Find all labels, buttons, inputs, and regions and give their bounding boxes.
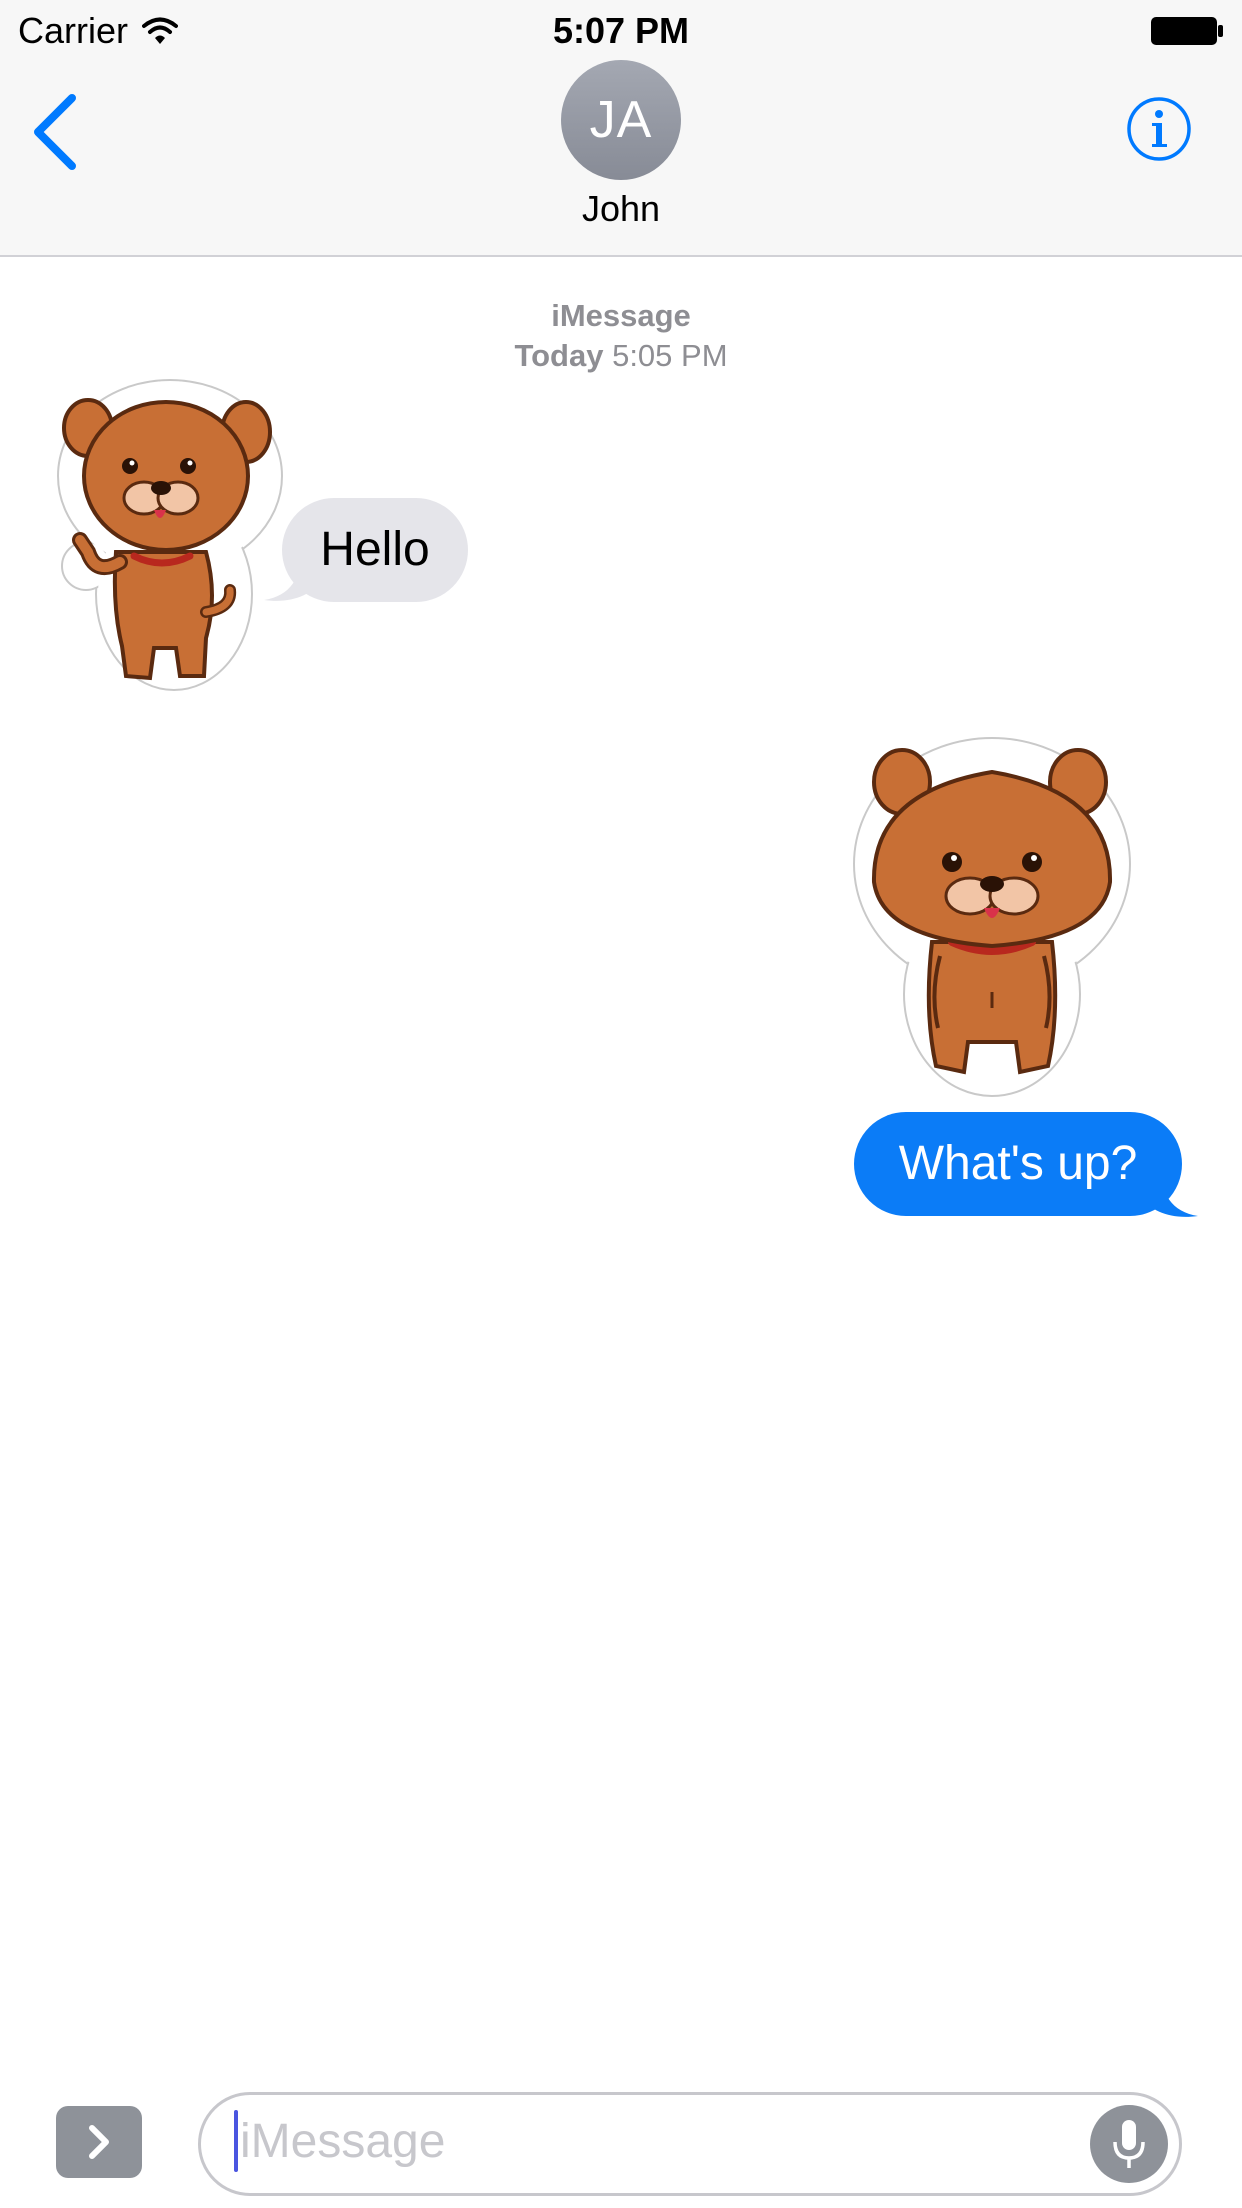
info-icon[interactable] (1126, 96, 1192, 162)
outgoing-message-bubble[interactable]: What's up? (854, 1112, 1182, 1216)
timestamp-time: 5:05 PM (612, 338, 728, 373)
chevron-right-icon (89, 2125, 109, 2159)
service-label: iMessage (551, 298, 691, 333)
battery-icon (1151, 17, 1223, 45)
message-input-placeholder: iMessage (240, 2115, 446, 2168)
messages-screen: Carrier 5:07 PM JA John iMessage Today 5… (0, 0, 1242, 2208)
text-cursor (234, 2110, 238, 2172)
puppy-waving-sticker[interactable] (56, 376, 292, 694)
dictation-button[interactable] (1090, 2105, 1168, 2183)
microphone-icon (1113, 2120, 1145, 2168)
message-text: Hello (320, 523, 430, 576)
message-text: What's up? (898, 1137, 1138, 1190)
apps-expand-button[interactable] (56, 2106, 142, 2178)
status-time: 5:07 PM (552, 10, 690, 51)
message-timestamp: Today 5:05 PM (0, 338, 1242, 374)
contact-avatar[interactable]: JA (561, 60, 681, 180)
puppy-standing-sticker[interactable] (852, 732, 1134, 1098)
incoming-message-bubble[interactable]: Hello (282, 498, 468, 602)
navigation-bar: Carrier 5:07 PM JA John (0, 0, 1242, 257)
contact-name[interactable]: John (0, 188, 1242, 230)
timestamp-day: Today (514, 338, 604, 373)
back-chevron-icon[interactable] (28, 92, 84, 172)
